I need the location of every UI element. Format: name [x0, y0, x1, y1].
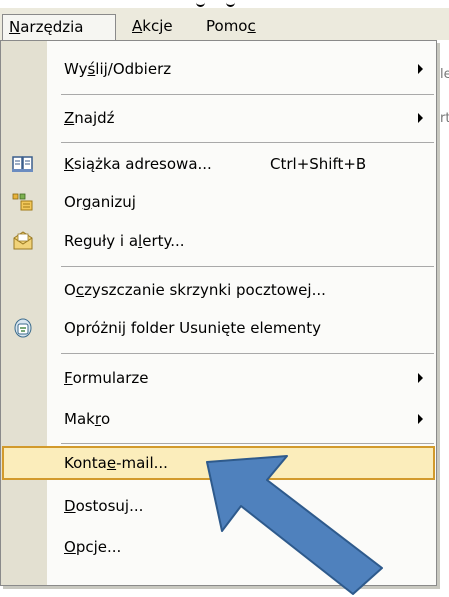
pointer-arrow-annotation [206, 455, 383, 595]
pointer-arrow-shape [206, 455, 383, 595]
